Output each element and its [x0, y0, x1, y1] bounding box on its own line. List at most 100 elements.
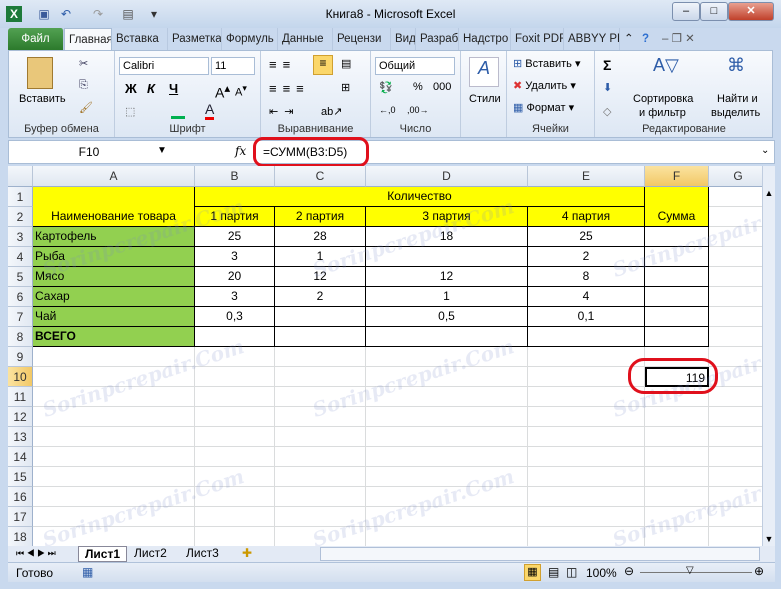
- cell[interactable]: [709, 347, 762, 367]
- column-header-e[interactable]: E: [528, 166, 645, 187]
- item-name-cell[interactable]: Картофель: [33, 227, 195, 247]
- row-header-9[interactable]: 9: [8, 347, 33, 367]
- shrink-font-icon[interactable]: A▾: [235, 83, 247, 99]
- cell[interactable]: [709, 247, 762, 267]
- batch-header-cell[interactable]: 2 партия: [275, 207, 366, 227]
- clear-icon[interactable]: ◇: [603, 105, 611, 118]
- item-name-cell[interactable]: ВСЕГО: [33, 327, 195, 347]
- column-header-d[interactable]: D: [366, 166, 528, 187]
- value-cell[interactable]: 1: [275, 247, 366, 267]
- row-header-3[interactable]: 3: [8, 227, 33, 247]
- cell[interactable]: [366, 407, 528, 427]
- indent-icons[interactable]: ⇤⇥: [269, 105, 299, 118]
- tab-formulas[interactable]: Формуль: [222, 28, 278, 50]
- cell[interactable]: [33, 407, 195, 427]
- row-header-12[interactable]: 12: [8, 407, 33, 427]
- copy-icon[interactable]: ⎘: [79, 79, 88, 92]
- currency-icon[interactable]: 💱: [379, 81, 393, 94]
- tab-home[interactable]: Главная: [64, 28, 112, 50]
- cell[interactable]: [275, 407, 366, 427]
- cell[interactable]: [645, 527, 709, 546]
- cell[interactable]: [275, 507, 366, 527]
- page-break-view-icon[interactable]: ◫: [566, 565, 577, 579]
- cell[interactable]: [366, 487, 528, 507]
- cell[interactable]: [709, 487, 762, 507]
- sum-cell[interactable]: [645, 327, 709, 347]
- batch-header-cell[interactable]: 4 партия: [528, 207, 645, 227]
- column-header-c[interactable]: C: [275, 166, 366, 187]
- value-cell[interactable]: [528, 327, 645, 347]
- row-header-16[interactable]: 16: [8, 487, 33, 507]
- minimize-button[interactable]: –: [672, 2, 700, 21]
- cell[interactable]: [528, 407, 645, 427]
- row-header-1[interactable]: 1: [8, 187, 33, 207]
- insert-sheet-icon[interactable]: ✚: [236, 546, 258, 562]
- cell[interactable]: [645, 487, 709, 507]
- styles-icon[interactable]: A: [469, 57, 499, 87]
- number-format-select[interactable]: Общий: [375, 57, 455, 75]
- tab-insert[interactable]: Вставка: [112, 28, 168, 50]
- cell[interactable]: [33, 527, 195, 546]
- row-header-10[interactable]: 10: [8, 367, 33, 387]
- cell[interactable]: [709, 507, 762, 527]
- value-cell[interactable]: 3: [195, 287, 275, 307]
- cell[interactable]: [709, 207, 762, 227]
- row-header-8[interactable]: 8: [8, 327, 33, 347]
- cell[interactable]: [528, 507, 645, 527]
- cell[interactable]: [366, 447, 528, 467]
- cell[interactable]: [528, 487, 645, 507]
- value-cell[interactable]: 25: [195, 227, 275, 247]
- cell[interactable]: [645, 507, 709, 527]
- cell[interactable]: [33, 487, 195, 507]
- cell[interactable]: [195, 447, 275, 467]
- value-cell[interactable]: 20: [195, 267, 275, 287]
- cell[interactable]: [33, 507, 195, 527]
- cell[interactable]: [195, 487, 275, 507]
- cell[interactable]: [528, 387, 645, 407]
- grow-font-icon[interactable]: A▴: [215, 81, 230, 101]
- cell[interactable]: [33, 447, 195, 467]
- normal-view-icon[interactable]: ▦: [524, 564, 541, 581]
- sheet-tab-2[interactable]: Лист2: [128, 546, 173, 562]
- sum-cell[interactable]: [645, 287, 709, 307]
- sheet-tab-3[interactable]: Лист3: [180, 546, 225, 562]
- cell[interactable]: [195, 427, 275, 447]
- header-quantity-cell[interactable]: Количество: [195, 187, 645, 207]
- cell[interactable]: [33, 347, 195, 367]
- row-header-2[interactable]: 2: [8, 207, 33, 227]
- cell[interactable]: [275, 427, 366, 447]
- value-cell[interactable]: 12: [275, 267, 366, 287]
- cell[interactable]: [645, 467, 709, 487]
- cell[interactable]: [709, 527, 762, 546]
- underline-button[interactable]: Ч: [169, 81, 178, 96]
- row-header-7[interactable]: 7: [8, 307, 33, 327]
- cell[interactable]: [528, 427, 645, 447]
- cell[interactable]: [709, 307, 762, 327]
- value-cell[interactable]: [275, 307, 366, 327]
- cell[interactable]: [366, 367, 528, 387]
- find-select-button-line1[interactable]: Найти и: [717, 93, 758, 105]
- row-header-15[interactable]: 15: [8, 467, 33, 487]
- cell[interactable]: [195, 387, 275, 407]
- zoom-level[interactable]: 100%: [586, 566, 617, 580]
- select-all-button[interactable]: [8, 166, 33, 187]
- row-header-13[interactable]: 13: [8, 427, 33, 447]
- item-name-cell[interactable]: Чай: [33, 307, 195, 327]
- cell[interactable]: [366, 347, 528, 367]
- sort-filter-icon[interactable]: A▽: [653, 55, 679, 76]
- row-header-5[interactable]: 5: [8, 267, 33, 287]
- cell[interactable]: [709, 267, 762, 287]
- borders-icon[interactable]: ⬚: [125, 105, 135, 118]
- batch-header-cell[interactable]: 3 партия: [366, 207, 528, 227]
- sheet-tab-1[interactable]: Лист1: [78, 546, 128, 562]
- zoom-slider-thumb[interactable]: ▽: [686, 565, 694, 576]
- cell[interactable]: [33, 367, 195, 387]
- delete-cells-button[interactable]: ✖ Удалить ▾: [513, 79, 576, 92]
- cell[interactable]: [275, 347, 366, 367]
- cell[interactable]: [275, 387, 366, 407]
- cell[interactable]: [33, 427, 195, 447]
- header-name-cell[interactable]: Наименование товара: [33, 187, 195, 227]
- font-size-select[interactable]: 11: [211, 57, 255, 75]
- cell[interactable]: [195, 347, 275, 367]
- sort-filter-button-line1[interactable]: Сортировка: [633, 93, 693, 105]
